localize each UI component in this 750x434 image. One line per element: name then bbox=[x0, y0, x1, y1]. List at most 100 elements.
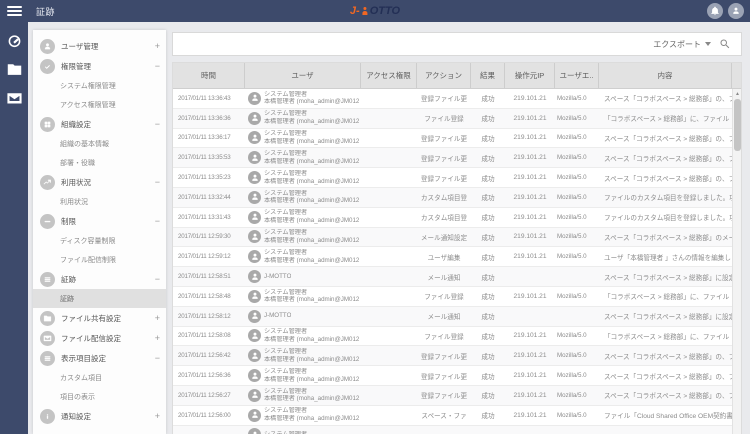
table-row[interactable]: 2017/01/11 13:36:36 システム管理者本橋管理者 (moha_a… bbox=[173, 109, 741, 129]
cell-ip: 219.101.21 bbox=[505, 208, 555, 227]
expand-toggle[interactable]: − bbox=[150, 177, 160, 187]
sidebar-item[interactable]: 証跡 − bbox=[33, 269, 166, 289]
cell-access bbox=[361, 89, 417, 108]
table-row[interactable]: 2017/01/11 12:56:36 システム管理者本橋管理者 (moha_a… bbox=[173, 366, 741, 386]
sidebar-subitem[interactable]: 組織の基本情報 bbox=[33, 134, 166, 153]
expand-toggle[interactable]: − bbox=[150, 119, 160, 129]
table-row[interactable]: システム管理者 bbox=[173, 426, 741, 434]
table-row[interactable]: 2017/01/11 12:58:51 J-MOTTO メール通知 成功 スペー… bbox=[173, 267, 741, 287]
cell-access bbox=[361, 426, 417, 434]
cell-user: システム管理者本橋管理者 (moha_admin@JM012 bbox=[245, 247, 361, 266]
expand-toggle[interactable]: − bbox=[150, 216, 160, 226]
expand-toggle[interactable]: + bbox=[150, 313, 160, 323]
cell-ip: 219.101.21 bbox=[505, 168, 555, 187]
table-row[interactable]: 2017/01/11 13:36:43 システム管理者本橋管理者 (moha_a… bbox=[173, 89, 741, 109]
mail-icon[interactable] bbox=[6, 90, 23, 107]
sidebar-subitem[interactable]: システム権限管理 bbox=[33, 76, 166, 95]
expand-toggle[interactable]: + bbox=[150, 333, 160, 343]
user-name: システム管理者 bbox=[264, 190, 359, 198]
notifications-bell-icon[interactable] bbox=[707, 3, 723, 19]
column-header[interactable]: アクセス権限 bbox=[361, 63, 417, 88]
sidebar-item[interactable]: 利用状況 − bbox=[33, 172, 166, 192]
folder-icon[interactable] bbox=[6, 61, 23, 78]
sidebar-item[interactable]: 通知設定 + bbox=[33, 406, 166, 426]
cell-action: ファイル登録 bbox=[417, 287, 471, 306]
column-header[interactable]: 操作元IP bbox=[505, 63, 555, 88]
table-row[interactable]: 2017/01/11 13:36:17 システム管理者本橋管理者 (moha_a… bbox=[173, 129, 741, 149]
cell-content: スペース「コラボスペース > 総務部」の、ファイル「 bbox=[599, 168, 732, 187]
sidebar-item[interactable]: 表示項目設定 − bbox=[33, 348, 166, 368]
cell-ip: 219.101.21 bbox=[505, 228, 555, 247]
sidebar-item[interactable]: 権限管理 − bbox=[33, 56, 166, 76]
sidebar-item-label: ファイル共有設定 bbox=[61, 313, 150, 324]
user-account: 本橋管理者 (moha_admin@JM012 bbox=[264, 178, 359, 186]
table-row[interactable]: 2017/01/11 12:58:48 システム管理者本橋管理者 (moha_a… bbox=[173, 287, 741, 307]
cell-time: 2017/01/11 12:56:00 bbox=[173, 406, 245, 425]
expand-toggle[interactable]: − bbox=[150, 274, 160, 284]
sidebar-subitem[interactable]: 利用状況 bbox=[33, 192, 166, 211]
column-header[interactable]: 内容 bbox=[599, 63, 732, 88]
cell-action: ファイル登録 bbox=[417, 109, 471, 128]
sidebar-item[interactable]: 制限 − bbox=[33, 211, 166, 231]
cell-result: 成功 bbox=[471, 327, 505, 346]
scrollbar-thumb[interactable] bbox=[734, 99, 741, 151]
cell-action: メール通知 bbox=[417, 267, 471, 286]
user-avatar-icon bbox=[248, 211, 261, 224]
sidebar-subitem[interactable]: アクセス権限管理 bbox=[33, 95, 166, 114]
cell-result: 成功 bbox=[471, 366, 505, 385]
account-user-icon[interactable] bbox=[728, 3, 744, 19]
table-row[interactable]: 2017/01/11 12:59:30 システム管理者本橋管理者 (moha_a… bbox=[173, 228, 741, 248]
cell-access bbox=[361, 267, 417, 286]
sidebar-item[interactable]: 組織設定 − bbox=[33, 114, 166, 134]
sidebar-item[interactable]: ファイル共有設定 + bbox=[33, 308, 166, 328]
scroll-up-icon[interactable]: ▲ bbox=[733, 89, 741, 98]
expand-toggle[interactable]: − bbox=[150, 353, 160, 363]
user-account: 本橋管理者 (moha_admin@JM012 bbox=[264, 336, 359, 344]
table-row[interactable]: 2017/01/11 12:59:12 システム管理者本橋管理者 (moha_a… bbox=[173, 247, 741, 267]
column-header[interactable]: ユーザエ.. bbox=[555, 63, 599, 88]
hamburger-menu-icon[interactable] bbox=[0, 0, 28, 22]
column-header[interactable]: 時間 bbox=[173, 63, 245, 88]
cell-access bbox=[361, 327, 417, 346]
check-icon bbox=[40, 59, 55, 74]
table-row[interactable]: 2017/01/11 12:56:42 システム管理者本橋管理者 (moha_a… bbox=[173, 346, 741, 366]
sidebar-item[interactable]: ファイル配信設定 + bbox=[33, 328, 166, 348]
column-header[interactable]: ユーザ bbox=[245, 63, 361, 88]
sidebar-subitem[interactable]: 証跡 bbox=[33, 289, 166, 308]
table-row[interactable]: 2017/01/11 13:35:53 システム管理者本橋管理者 (moha_a… bbox=[173, 148, 741, 168]
sidebar-subitem[interactable]: ディスク容量制限 bbox=[33, 231, 166, 250]
cell-user: システム管理者本橋管理者 (moha_admin@JM012 bbox=[245, 89, 361, 108]
cell-ip: 219.101.21 bbox=[505, 89, 555, 108]
table-row[interactable]: 2017/01/11 13:32:44 システム管理者本橋管理者 (moha_a… bbox=[173, 188, 741, 208]
cell-content: スペース「コラボスペース > 総務部」の、ファイル「 bbox=[599, 148, 732, 167]
table-row[interactable]: 2017/01/11 12:58:08 システム管理者本橋管理者 (moha_a… bbox=[173, 327, 741, 347]
expand-toggle[interactable]: + bbox=[150, 411, 160, 421]
table-row[interactable]: 2017/01/11 13:31:43 システム管理者本橋管理者 (moha_a… bbox=[173, 208, 741, 228]
export-button[interactable]: エクスポート bbox=[653, 39, 711, 50]
expand-toggle[interactable]: + bbox=[150, 41, 160, 51]
cell-content: ファイルのカスタム項目を登録しました。項目名: nu bbox=[599, 208, 732, 227]
table-row[interactable]: 2017/01/11 12:56:27 システム管理者本橋管理者 (moha_a… bbox=[173, 386, 741, 406]
gauge-icon[interactable] bbox=[6, 32, 23, 49]
sidebar-item[interactable]: ユーザ管理 + bbox=[33, 36, 166, 56]
sidebar-subitem[interactable]: ファイル配信制限 bbox=[33, 250, 166, 269]
sidebar-subitem[interactable]: 項目の表示 bbox=[33, 387, 166, 406]
user-avatar-icon bbox=[248, 329, 261, 342]
user-name: システム管理者 bbox=[264, 130, 359, 138]
sidebar-item-label: 通知設定 bbox=[61, 411, 150, 422]
sidebar-subitem[interactable]: 部署・役職 bbox=[33, 153, 166, 172]
user-name: システム管理者 bbox=[264, 388, 359, 396]
vertical-scrollbar[interactable]: ▲ bbox=[732, 89, 741, 434]
column-header[interactable]: アクション bbox=[417, 63, 471, 88]
sidebar-subitem[interactable]: カスタム項目 bbox=[33, 368, 166, 387]
search-icon[interactable] bbox=[719, 38, 731, 50]
column-header[interactable]: 結果 bbox=[471, 63, 505, 88]
table-row[interactable]: 2017/01/11 12:58:12 J-MOTTO メール通知 成功 スペー… bbox=[173, 307, 741, 327]
expand-toggle[interactable]: − bbox=[150, 61, 160, 71]
user-avatar-icon bbox=[248, 151, 261, 164]
cell-useragent: Mozilla/5.0 bbox=[555, 148, 599, 167]
table-row[interactable]: 2017/01/11 13:35:23 システム管理者本橋管理者 (moha_a… bbox=[173, 168, 741, 188]
user-name: システム管理者 bbox=[264, 407, 359, 415]
cell-access bbox=[361, 406, 417, 425]
table-row[interactable]: 2017/01/11 12:56:00 システム管理者本橋管理者 (moha_a… bbox=[173, 406, 741, 426]
